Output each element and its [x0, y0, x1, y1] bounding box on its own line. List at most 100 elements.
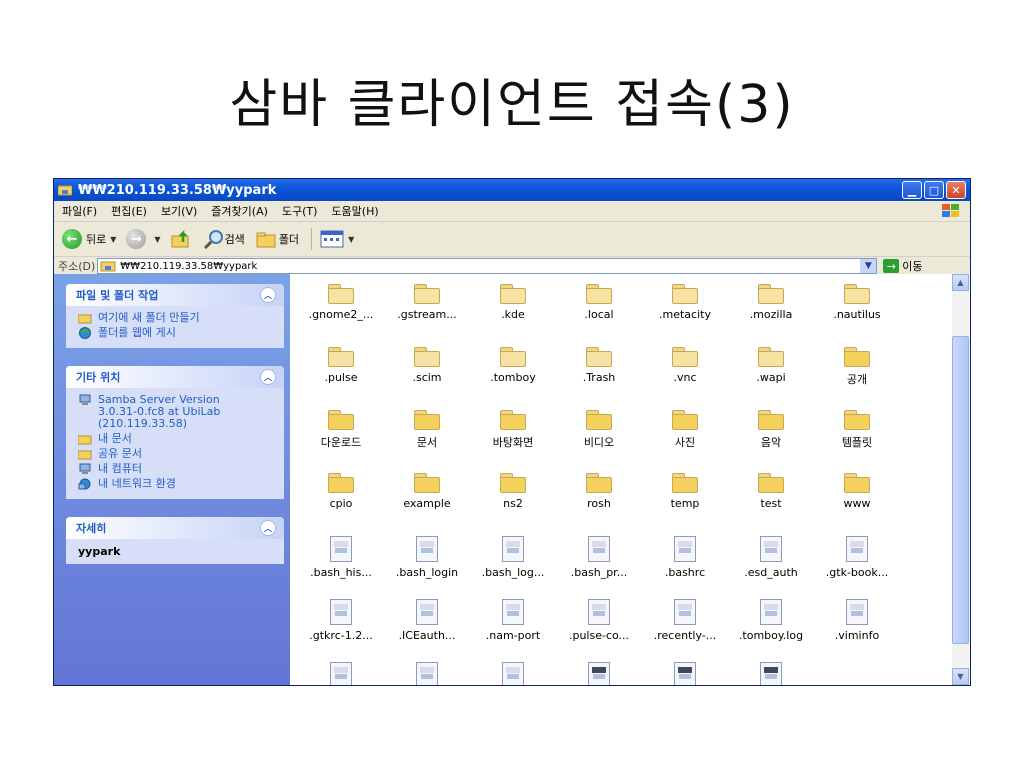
folder-item[interactable]: .Trash — [556, 347, 642, 384]
file-item[interactable] — [298, 662, 384, 685]
chevron-up-icon[interactable]: ︿ — [260, 520, 276, 536]
folder-item[interactable]: ns2 — [470, 473, 556, 510]
file-item[interactable]: .bash_login — [384, 536, 470, 579]
scroll-thumb[interactable] — [952, 336, 969, 644]
document-icon — [674, 599, 696, 625]
folder-item[interactable]: 음악 — [728, 410, 814, 450]
folder-item[interactable]: 다운로드 — [298, 410, 384, 450]
file-item[interactable]: .gtkrc-1.2... — [298, 599, 384, 642]
panel-header[interactable]: 기타 위치 ︿ — [66, 366, 284, 388]
folder-item[interactable]: .scim — [384, 347, 470, 384]
file-name: .bashrc — [664, 566, 706, 579]
place-samba-server[interactable]: Samba Server Version 3.0.31-0.fc8 at Ubi… — [78, 394, 274, 430]
panel-title: 파일 및 폴더 작업 — [76, 289, 159, 302]
folder-item[interactable]: .nautilus — [814, 284, 900, 321]
menu-edit[interactable]: 편집(E) — [111, 203, 147, 219]
folder-item[interactable]: .metacity — [642, 284, 728, 321]
file-name: .esd_auth — [744, 566, 798, 579]
maximize-button[interactable]: □ — [924, 181, 944, 199]
folder-item[interactable]: example — [384, 473, 470, 510]
file-name: .gnome2_... — [308, 308, 374, 321]
file-item[interactable] — [728, 662, 814, 685]
folder-icon — [414, 347, 440, 367]
folder-item[interactable]: 바탕화면 — [470, 410, 556, 450]
folder-icon — [586, 473, 612, 493]
folder-item[interactable]: rosh — [556, 473, 642, 510]
folder-item[interactable]: www — [814, 473, 900, 510]
go-button[interactable]: → 이동 — [883, 258, 923, 274]
search-button[interactable]: 검색 — [203, 229, 245, 249]
forward-button[interactable]: → ▼ — [126, 229, 161, 249]
new-folder-icon — [78, 314, 92, 324]
file-item[interactable] — [642, 662, 728, 685]
menu-tools[interactable]: 도구(T) — [282, 203, 318, 219]
minimize-button[interactable]: ▁ — [902, 181, 922, 199]
panel-header[interactable]: 자세히 ︿ — [66, 517, 284, 539]
folder-item[interactable]: .gnome2_... — [298, 284, 384, 321]
place-label: 내 네트워크 환경 — [98, 477, 176, 490]
folder-item[interactable]: cpio — [298, 473, 384, 510]
document-icon — [760, 599, 782, 625]
title-bar[interactable]: ₩₩210.119.33.58₩yypark ▁ □ ✕ — [54, 179, 970, 201]
folder-item[interactable]: 비디오 — [556, 410, 642, 450]
scroll-down-button[interactable]: ▼ — [952, 668, 969, 685]
file-item[interactable]: .viminfo — [814, 599, 900, 642]
file-item[interactable] — [384, 662, 470, 685]
back-button[interactable]: ← 뒤로 ▼ — [62, 229, 116, 249]
place-my-network[interactable]: 내 네트워크 환경 — [78, 478, 274, 490]
file-item[interactable]: .bash_his... — [298, 536, 384, 579]
file-item[interactable] — [470, 662, 556, 685]
views-button[interactable]: ▼ — [320, 230, 354, 248]
place-my-documents[interactable]: 내 문서 — [78, 433, 274, 445]
place-shared-documents[interactable]: 공유 문서 — [78, 448, 274, 460]
folders-button[interactable]: 폴더 — [255, 229, 299, 249]
menu-view[interactable]: 보기(V) — [161, 203, 197, 219]
menu-help[interactable]: 도움말(H) — [331, 203, 378, 219]
place-my-computer[interactable]: 내 컴퓨터 — [78, 463, 274, 475]
file-item[interactable]: .nam-port — [470, 599, 556, 642]
folder-item[interactable]: test — [728, 473, 814, 510]
folder-item[interactable]: .pulse — [298, 347, 384, 384]
task-new-folder[interactable]: 여기에 새 폴더 만들기 — [78, 312, 274, 324]
file-item[interactable]: .bash_log... — [470, 536, 556, 579]
file-name: .mozilla — [749, 308, 793, 321]
file-item[interactable]: .esd_auth — [728, 536, 814, 579]
folder-item[interactable]: .local — [556, 284, 642, 321]
folder-item[interactable]: 공개 — [814, 347, 900, 387]
scroll-up-button[interactable]: ▲ — [952, 274, 969, 291]
file-item[interactable]: .tomboy.log — [728, 599, 814, 642]
vertical-scrollbar[interactable]: ▲ ▼ — [952, 274, 970, 685]
chevron-up-icon[interactable]: ︿ — [260, 369, 276, 385]
close-button[interactable]: ✕ — [946, 181, 966, 199]
chevron-down-icon: ▼ — [348, 234, 355, 244]
folder-item[interactable]: 템플릿 — [814, 410, 900, 450]
folder-item[interactable]: 사진 — [642, 410, 728, 450]
file-item[interactable]: .pulse-co... — [556, 599, 642, 642]
file-item[interactable]: .ICEauth... — [384, 599, 470, 642]
file-name: .metacity — [659, 308, 711, 321]
file-item[interactable]: .bash_pr... — [556, 536, 642, 579]
folder-item[interactable]: .wapi — [728, 347, 814, 384]
address-bar: 주소(D) ₩₩210.119.33.58₩yypark ▼ → 이동 — [54, 257, 970, 275]
folder-item[interactable]: .vnc — [642, 347, 728, 384]
file-item[interactable]: .bashrc — [642, 536, 728, 579]
file-item[interactable] — [556, 662, 642, 685]
folder-item[interactable]: .gstream... — [384, 284, 470, 321]
menu-file[interactable]: 파일(F) — [62, 203, 97, 219]
document-icon — [846, 536, 868, 562]
file-item[interactable]: .recently-... — [642, 599, 728, 642]
chevron-down-icon[interactable]: ▼ — [860, 259, 877, 273]
file-item[interactable]: .gtk-book... — [814, 536, 900, 579]
task-publish-folder[interactable]: 폴더를 웹에 게시 — [78, 327, 274, 339]
menu-favorites[interactable]: 즐겨찾기(A) — [211, 203, 268, 219]
up-folder-button[interactable] — [171, 229, 193, 249]
folder-item[interactable]: .tomboy — [470, 347, 556, 384]
toolbar: ← 뒤로 ▼ → ▼ 검색 폴더 ▼ — [54, 222, 970, 257]
panel-header[interactable]: 파일 및 폴더 작업 ︿ — [66, 284, 284, 306]
folder-item[interactable]: .mozilla — [728, 284, 814, 321]
folder-item[interactable]: temp — [642, 473, 728, 510]
folder-item[interactable]: 문서 — [384, 410, 470, 450]
chevron-up-icon[interactable]: ︿ — [260, 287, 276, 303]
address-input[interactable]: ₩₩210.119.33.58₩yypark ▼ — [97, 258, 878, 274]
folder-item[interactable]: .kde — [470, 284, 556, 321]
